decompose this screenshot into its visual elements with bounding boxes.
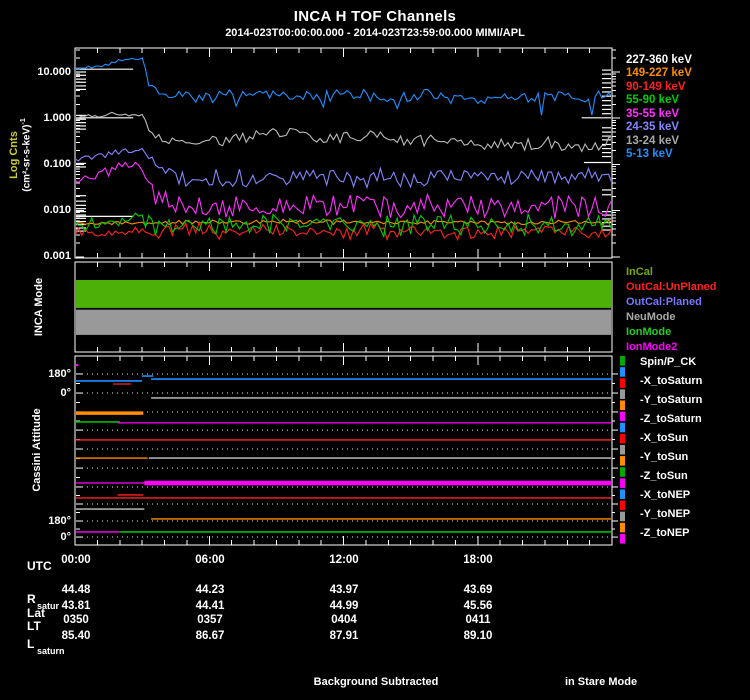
legend-att-z-sun: -Z_toSun bbox=[640, 470, 688, 482]
spectra-axis-title-line2: (cm²-sr-s-keV)-1 bbox=[20, 118, 33, 192]
mode-bar bbox=[76, 280, 611, 308]
table-cell: 86.67 bbox=[195, 630, 225, 642]
legend-att-z-saturn: -Z_toSaturn bbox=[640, 413, 702, 425]
legend-energy-55-90: 55-90 keV bbox=[626, 94, 680, 106]
footer-background-subtracted: Background Subtracted bbox=[313, 676, 439, 688]
table-cell: 0411 bbox=[465, 614, 491, 626]
table-cell: 44.23 bbox=[195, 584, 225, 596]
legend-energy-13-24: 13-24 keV bbox=[626, 135, 680, 147]
utc-axis-label: UTC bbox=[27, 559, 52, 573]
row-label-l-sub: saturn bbox=[37, 646, 65, 656]
table-cell: 0404 bbox=[331, 614, 357, 626]
attitude-strip-segment bbox=[620, 356, 625, 366]
legend-att-x-nep: -X_toNEP bbox=[640, 489, 691, 501]
attitude-strip-segment bbox=[620, 522, 625, 533]
ytick-10: 10.000 bbox=[37, 66, 71, 78]
spectra-series bbox=[76, 57, 611, 242]
mode-bar bbox=[76, 309, 611, 335]
attitude-strip-segment bbox=[620, 433, 625, 444]
attitude-strip-segment bbox=[620, 500, 625, 511]
table-cell: 87.91 bbox=[329, 630, 359, 642]
table-cell: 0350 bbox=[63, 614, 89, 626]
attitude-strip-segment bbox=[620, 533, 625, 544]
utc-tick-0000: 00:00 bbox=[61, 554, 91, 566]
utc-tick-1200: 12:00 bbox=[329, 554, 359, 566]
legend-mode-outcal-unplaned: OutCal:UnPlaned bbox=[626, 281, 717, 293]
page-title: INCA H TOF Channels bbox=[293, 8, 457, 25]
legend-mode-ionmode: IonMode bbox=[626, 326, 672, 338]
footer-stare-mode: in Stare Mode bbox=[564, 676, 638, 688]
table-cell: 0357 bbox=[197, 614, 223, 626]
table-cell: 43.97 bbox=[329, 584, 359, 596]
table-cell: 85.40 bbox=[61, 630, 91, 642]
attitude-strip-segment bbox=[620, 467, 625, 477]
attitude-strip-segment bbox=[620, 478, 625, 488]
table-cell: 44.48 bbox=[61, 584, 91, 596]
legend-mode-incal: InCal bbox=[626, 266, 653, 278]
spectra-axis-title-line1: Log Cnts bbox=[8, 131, 20, 179]
legend-att-spin: Spin/P_CK bbox=[640, 356, 697, 368]
attitude-strip-segment bbox=[620, 378, 625, 388]
legend-energy-35-55: 35-55 keV bbox=[626, 108, 680, 120]
legend-mode-neumode: NeuMode bbox=[626, 311, 676, 323]
row-label-lat: Lat bbox=[27, 606, 45, 620]
legend-mode-ionmode2: IonMode2 bbox=[626, 341, 678, 353]
attitude-strip-segment bbox=[620, 456, 625, 466]
exponent: -1 bbox=[20, 118, 27, 125]
attitude-strip-segment bbox=[620, 511, 625, 522]
attitude-strip-segment bbox=[620, 389, 625, 399]
attitude-strip-segment bbox=[620, 489, 625, 500]
legend-att-y-nep: -Y_toNEP bbox=[640, 508, 691, 520]
legend-att-x-sun: -X_toSun bbox=[640, 432, 689, 444]
utc-tick-0600: 06:00 bbox=[195, 554, 225, 566]
table-cell: 45.56 bbox=[463, 600, 493, 612]
row-label-r: R bbox=[27, 592, 36, 606]
utc-tick-1800: 18:00 bbox=[463, 554, 493, 566]
legend-att-y-sun: -Y_toSun bbox=[640, 451, 689, 463]
legend-att-y-saturn: -Y_toSaturn bbox=[640, 394, 703, 406]
attitude-strip-segment bbox=[620, 444, 625, 455]
row-label-l: L bbox=[27, 637, 35, 651]
legend-energy-149-227: 149-227 keV bbox=[626, 67, 692, 79]
attitude-strip-segment bbox=[620, 367, 625, 377]
attitude-ytick-0-bot: 0° bbox=[60, 531, 71, 543]
legend-energy-5-13: 5-13 keV bbox=[626, 148, 673, 160]
spectra-axis-title: Log Cnts (cm²-sr-s-keV)-1 bbox=[8, 81, 36, 229]
attitude-strip-segment bbox=[620, 411, 625, 422]
legend-att-z-nep: -Z_toNEP bbox=[640, 527, 690, 539]
legend-mode-outcal-planed: OutCal:Planed bbox=[626, 296, 702, 308]
attitude-axis-title: Cassini Attitude bbox=[31, 408, 43, 492]
legend-energy-90-149: 90-149 keV bbox=[626, 81, 686, 93]
attitude-strip-segment bbox=[620, 400, 625, 411]
attitude-strip-segment bbox=[620, 422, 625, 433]
table-cell: 43.81 bbox=[61, 600, 91, 612]
mode-axis-title: INCA Mode bbox=[33, 277, 45, 337]
legend-energy-24-35: 24-35 keV bbox=[626, 121, 680, 133]
legend-att-x-saturn: -X_toSaturn bbox=[640, 375, 703, 387]
page-subtitle: 2014-023T00:00:00.000 - 2014-023T23:59:0… bbox=[225, 27, 525, 39]
attitude-ytick-180-top: 180° bbox=[48, 368, 71, 380]
table-cell: 44.99 bbox=[329, 600, 359, 612]
plot-page: INCA H TOF Channels 2014-023T00:00:00.00… bbox=[0, 0, 750, 700]
row-label-lt: LT bbox=[27, 619, 41, 633]
attitude-ytick-180-bot: 180° bbox=[48, 515, 71, 527]
attitude-lines bbox=[76, 364, 618, 538]
attitude-ytick-0-top: 0° bbox=[60, 387, 71, 399]
table-cell: 89.10 bbox=[463, 630, 493, 642]
table-cell: 44.41 bbox=[195, 600, 225, 612]
legend-energy-227-360: 227-360 keV bbox=[626, 54, 692, 66]
table-cell: 43.69 bbox=[463, 584, 493, 596]
